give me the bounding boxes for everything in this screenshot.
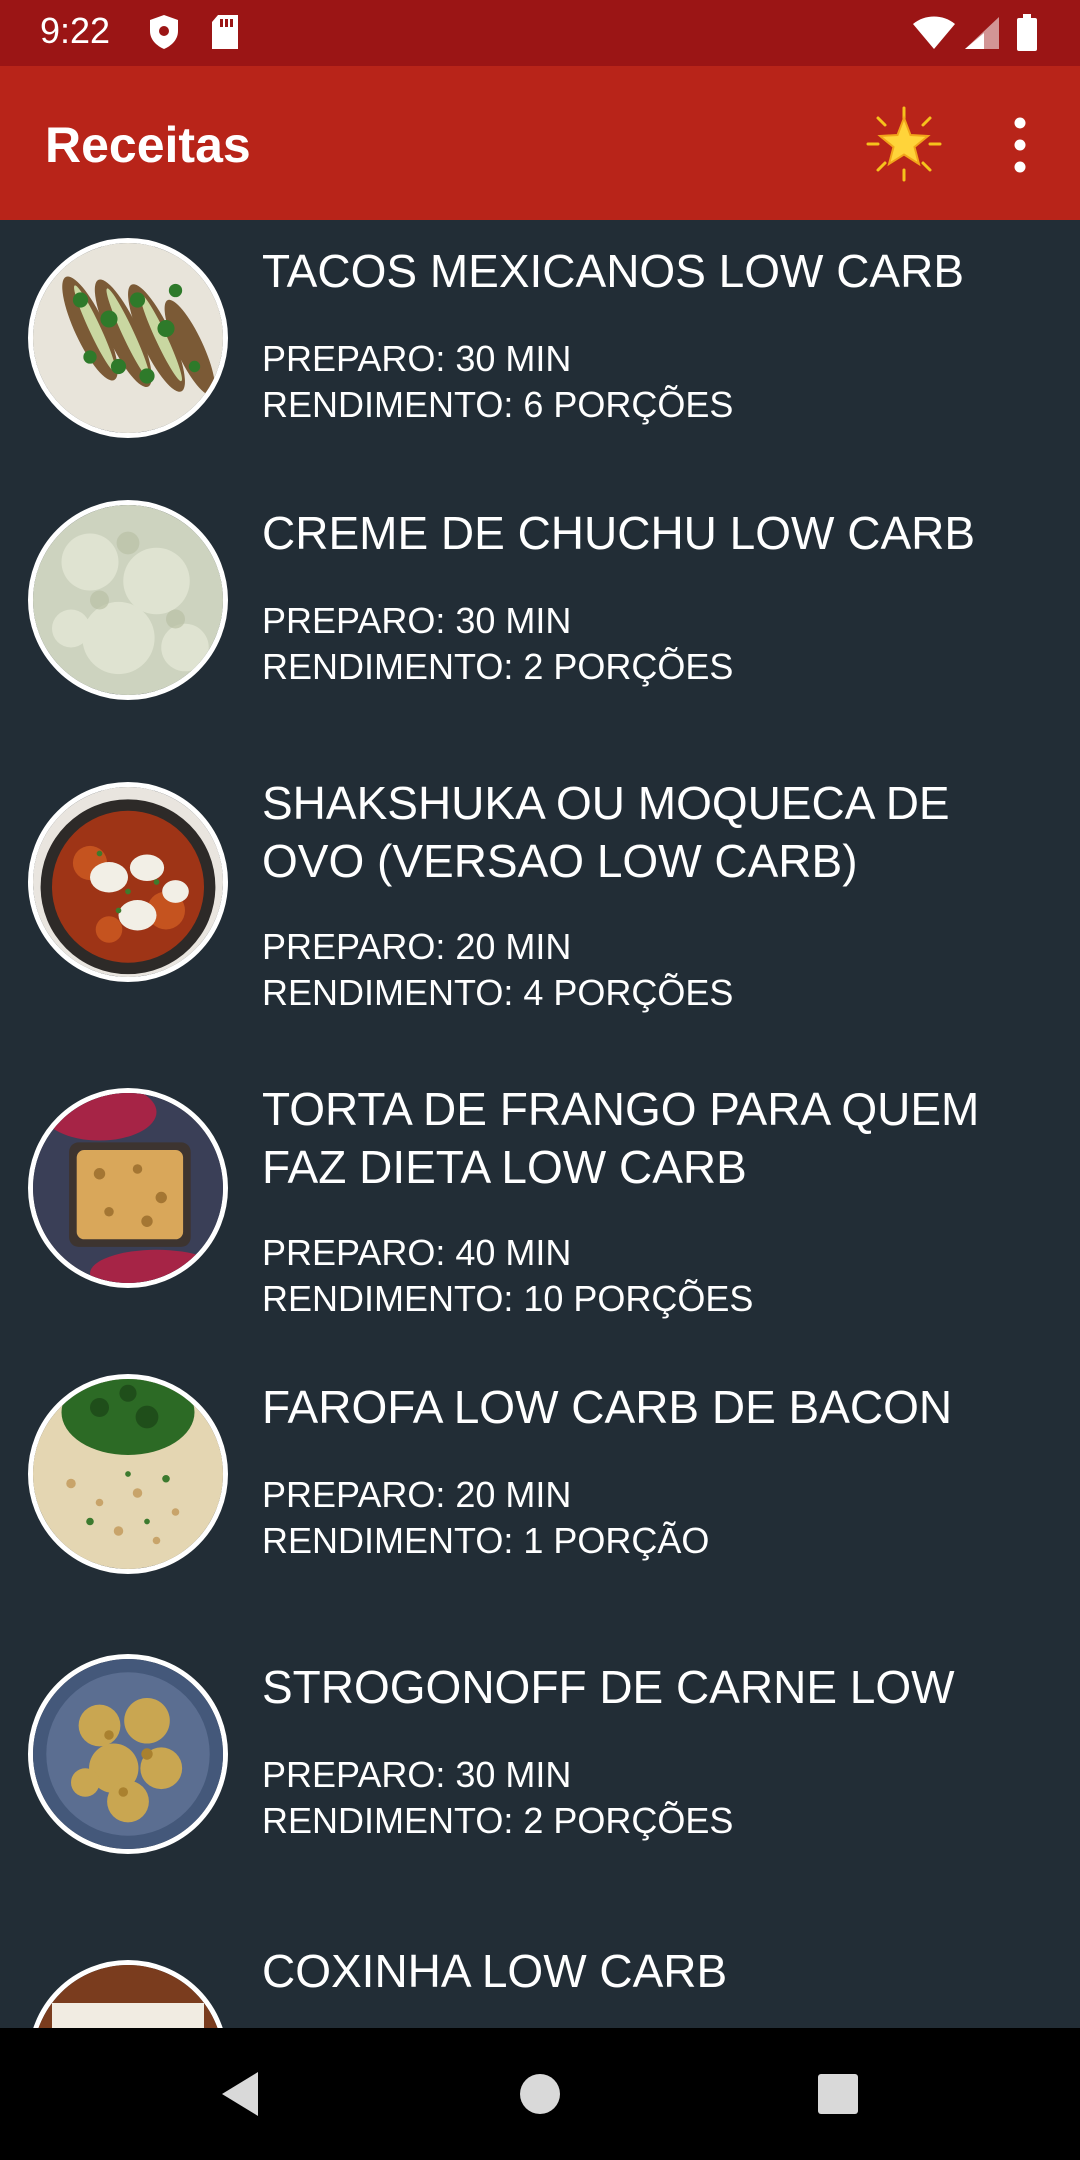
recipe-prep-time: PREPARO: 30 MIN (262, 338, 572, 379)
recipe-title: CREME DE CHUCHU LOW CARB (262, 507, 976, 559)
signal-icon (964, 16, 1000, 55)
navigation-bar (0, 2028, 1080, 2160)
recipe-item[interactable]: FAROFA LOW CARB DE BACON PREPARO: 20 MIN… (0, 1356, 1080, 1618)
recipe-thumbnail (28, 238, 228, 438)
recipe-prep-time: PREPARO: 20 MIN (262, 926, 572, 967)
recipe-prep-time: PREPARO: 30 MIN (262, 600, 572, 641)
star-icon[interactable] (866, 106, 942, 182)
recipe-yield: RENDIMENTO: 2 PORÇÕES (262, 1800, 734, 1841)
recipe-title: FAROFA LOW CARB DE BACON (262, 1381, 953, 1433)
recipe-thumbnail (28, 1088, 228, 1288)
wifi-icon (912, 16, 956, 55)
recipe-thumbnail (28, 1960, 228, 2028)
recipe-item[interactable]: SHAKSHUKA OU MOQUECA DE OVO (VERSAO LOW … (0, 744, 1080, 1050)
recipe-prep-time: PREPARO: 20 MIN (262, 1474, 572, 1515)
recipe-item[interactable]: COXINHA LOW CARB (0, 1902, 1080, 2028)
back-icon[interactable] (212, 2064, 272, 2124)
recipe-list[interactable]: TACOS MEXICANOS LOW CARB PREPARO: 30 MIN… (0, 220, 1080, 2028)
recipe-prep-time: PREPARO: 40 MIN (262, 1232, 572, 1273)
sd-card-icon (210, 14, 240, 55)
recipe-thumbnail (28, 1374, 228, 1574)
home-icon[interactable] (510, 2064, 570, 2124)
recipe-yield: RENDIMENTO: 1 PORÇÃO (262, 1520, 710, 1561)
recents-icon[interactable] (808, 2064, 868, 2124)
shield-icon (148, 14, 180, 55)
recipe-title: TACOS MEXICANOS LOW CARB (262, 245, 965, 297)
recipe-thumbnail (28, 500, 228, 700)
recipe-thumbnail (28, 782, 228, 982)
app-bar: Receitas (0, 66, 1080, 220)
recipe-item[interactable]: STROGONOFF DE CARNE LOW PREPARO: 30 MIN … (0, 1618, 1080, 1902)
status-time: 9:22 (40, 10, 111, 51)
recipe-title: STROGONOFF DE CARNE LOW (262, 1661, 955, 1713)
recipe-title: TORTA DE FRANGO PARA QUEM FAZ DIETA LOW … (262, 1083, 980, 1193)
status-bar: 9:22 (0, 0, 1080, 66)
recipe-yield: RENDIMENTO: 10 PORÇÕES (262, 1278, 754, 1319)
recipe-yield: RENDIMENTO: 2 PORÇÕES (262, 646, 734, 687)
page-title: Receitas (45, 117, 251, 173)
recipe-yield: RENDIMENTO: 4 PORÇÕES (262, 972, 734, 1013)
recipe-item[interactable]: CREME DE CHUCHU LOW CARB PREPARO: 30 MIN… (0, 482, 1080, 744)
recipe-item[interactable]: TACOS MEXICANOS LOW CARB PREPARO: 30 MIN… (0, 220, 1080, 482)
more-vert-icon[interactable] (1000, 110, 1040, 180)
recipe-title: SHAKSHUKA OU MOQUECA DE OVO (VERSAO LOW … (262, 777, 950, 887)
battery-icon (1016, 14, 1038, 57)
recipe-yield: RENDIMENTO: 6 PORÇÕES (262, 384, 734, 425)
recipe-prep-time: PREPARO: 30 MIN (262, 1754, 572, 1795)
recipe-item[interactable]: TORTA DE FRANGO PARA QUEM FAZ DIETA LOW … (0, 1050, 1080, 1356)
recipe-thumbnail (28, 1654, 228, 1854)
recipe-title: COXINHA LOW CARB (262, 1945, 728, 1997)
